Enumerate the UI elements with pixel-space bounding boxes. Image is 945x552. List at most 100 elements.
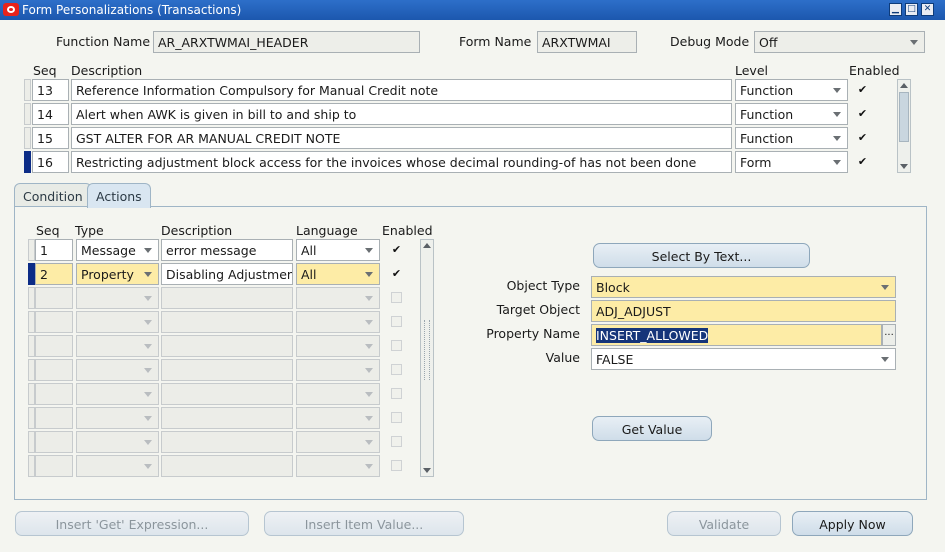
maximize-icon[interactable]: □	[905, 3, 918, 16]
record-indicator[interactable]	[24, 127, 31, 149]
property-name-lov-button[interactable]: ...	[882, 324, 896, 346]
rule-level-select[interactable]: Form	[735, 151, 848, 173]
current-record-indicator[interactable]	[24, 151, 31, 173]
action-language-select[interactable]	[296, 335, 380, 357]
action-description-field[interactable]	[161, 407, 293, 429]
record-indicator[interactable]	[28, 359, 35, 381]
rule-level-select[interactable]: Function	[735, 127, 848, 149]
value-select[interactable]: FALSE	[591, 348, 896, 370]
action-type-select[interactable]	[76, 455, 159, 477]
rule-seq-field[interactable]: 15	[32, 127, 69, 149]
action-seq-field[interactable]	[35, 383, 73, 405]
rule-seq-field[interactable]: 16	[32, 151, 69, 173]
action-seq-field[interactable]	[35, 407, 73, 429]
record-indicator[interactable]	[24, 103, 31, 125]
rule-description-field[interactable]: Alert when AWK is given in bill to and s…	[71, 103, 732, 125]
action-language-select[interactable]	[296, 431, 380, 453]
action-language-select[interactable]	[296, 455, 380, 477]
scroll-grip[interactable]	[424, 320, 430, 380]
action-description-field[interactable]	[161, 431, 293, 453]
scroll-thumb[interactable]	[899, 92, 909, 142]
action-type-select[interactable]	[76, 311, 159, 333]
action-language-select[interactable]: All	[296, 263, 380, 285]
action-description-field[interactable]	[161, 383, 293, 405]
action-description-field[interactable]	[161, 311, 293, 333]
scroll-down-icon[interactable]	[900, 164, 908, 169]
insert-item-value-button[interactable]: Insert Item Value...	[264, 511, 464, 536]
action-description-field[interactable]	[161, 335, 293, 357]
rule-seq-field[interactable]: 13	[32, 79, 69, 101]
action-description-field[interactable]: Disabling Adjustment I	[161, 263, 293, 285]
action-language-select[interactable]	[296, 407, 380, 429]
record-indicator[interactable]	[24, 79, 31, 101]
record-indicator[interactable]	[28, 455, 35, 477]
action-description-field[interactable]	[161, 455, 293, 477]
record-indicator[interactable]	[28, 311, 35, 333]
action-type-select[interactable]	[76, 407, 159, 429]
current-record-indicator[interactable]	[28, 263, 35, 285]
close-icon[interactable]: ✕	[921, 3, 934, 16]
rule-level-select[interactable]: Function	[735, 103, 848, 125]
tab-actions[interactable]: Actions	[87, 183, 151, 208]
record-indicator[interactable]	[28, 383, 35, 405]
form-name-field[interactable]: ARXTWMAI	[537, 31, 637, 53]
action-seq-field[interactable]	[35, 455, 73, 477]
action-language-select[interactable]	[296, 359, 380, 381]
object-type-select[interactable]: Block	[591, 276, 896, 298]
action-seq-field[interactable]	[35, 287, 73, 309]
tab-condition[interactable]: Condition	[14, 183, 92, 208]
rule-description-field[interactable]: GST ALTER FOR AR MANUAL CREDIT NOTE	[71, 127, 732, 149]
action-language-select[interactable]: All	[296, 239, 380, 261]
action-enabled-checkbox[interactable]	[391, 436, 402, 447]
action-enabled-checkbox[interactable]: ✔	[391, 244, 402, 255]
action-seq-field[interactable]: 2	[35, 263, 73, 285]
action-description-field[interactable]	[161, 359, 293, 381]
action-enabled-checkbox[interactable]	[391, 292, 402, 303]
action-type-select[interactable]	[76, 335, 159, 357]
actions-scrollbar[interactable]	[420, 239, 434, 477]
action-type-select[interactable]	[76, 359, 159, 381]
select-by-text-button[interactable]: Select By Text...	[593, 243, 810, 268]
rule-seq-field[interactable]: 14	[32, 103, 69, 125]
insert-get-expression-button[interactable]: Insert 'Get' Expression...	[15, 511, 249, 536]
scroll-up-icon[interactable]	[423, 243, 431, 248]
rule-level-select[interactable]: Function	[735, 79, 848, 101]
action-type-select[interactable]	[76, 431, 159, 453]
action-description-field[interactable]	[161, 287, 293, 309]
action-enabled-checkbox[interactable]	[391, 364, 402, 375]
rule-enabled-checkbox[interactable]: ✔	[857, 132, 868, 143]
action-seq-field[interactable]	[35, 311, 73, 333]
action-type-select[interactable]	[76, 383, 159, 405]
action-enabled-checkbox[interactable]	[391, 388, 402, 399]
apply-now-button[interactable]: Apply Now	[792, 511, 913, 536]
action-language-select[interactable]	[296, 383, 380, 405]
action-enabled-checkbox[interactable]	[391, 316, 402, 327]
debug-mode-select[interactable]: Off	[754, 31, 925, 53]
record-indicator[interactable]	[28, 287, 35, 309]
function-name-field[interactable]: AR_ARXTWMAI_HEADER	[153, 31, 420, 53]
scroll-up-icon[interactable]	[900, 83, 908, 88]
minimize-icon[interactable]: ▁	[889, 3, 902, 16]
action-type-select[interactable]	[76, 287, 159, 309]
action-enabled-checkbox[interactable]	[391, 412, 402, 423]
action-seq-field[interactable]	[35, 359, 73, 381]
property-name-field[interactable]: INSERT_ALLOWED	[591, 324, 882, 346]
action-enabled-checkbox[interactable]: ✔	[391, 268, 402, 279]
record-indicator[interactable]	[28, 431, 35, 453]
action-seq-field[interactable]: 1	[35, 239, 73, 261]
record-indicator[interactable]	[28, 407, 35, 429]
rule-enabled-checkbox[interactable]: ✔	[857, 84, 868, 95]
action-seq-field[interactable]	[35, 431, 73, 453]
action-seq-field[interactable]	[35, 335, 73, 357]
rule-enabled-checkbox[interactable]: ✔	[857, 156, 868, 167]
rule-enabled-checkbox[interactable]: ✔	[857, 108, 868, 119]
action-type-select[interactable]: Message	[76, 239, 159, 261]
rules-scrollbar[interactable]	[897, 79, 911, 173]
action-enabled-checkbox[interactable]	[391, 460, 402, 471]
validate-button[interactable]: Validate	[667, 511, 781, 536]
rule-description-field[interactable]: Reference Information Compulsory for Man…	[71, 79, 732, 101]
record-indicator[interactable]	[28, 239, 35, 261]
get-value-button[interactable]: Get Value	[592, 416, 712, 441]
action-description-field[interactable]: error message	[161, 239, 293, 261]
action-language-select[interactable]	[296, 287, 380, 309]
